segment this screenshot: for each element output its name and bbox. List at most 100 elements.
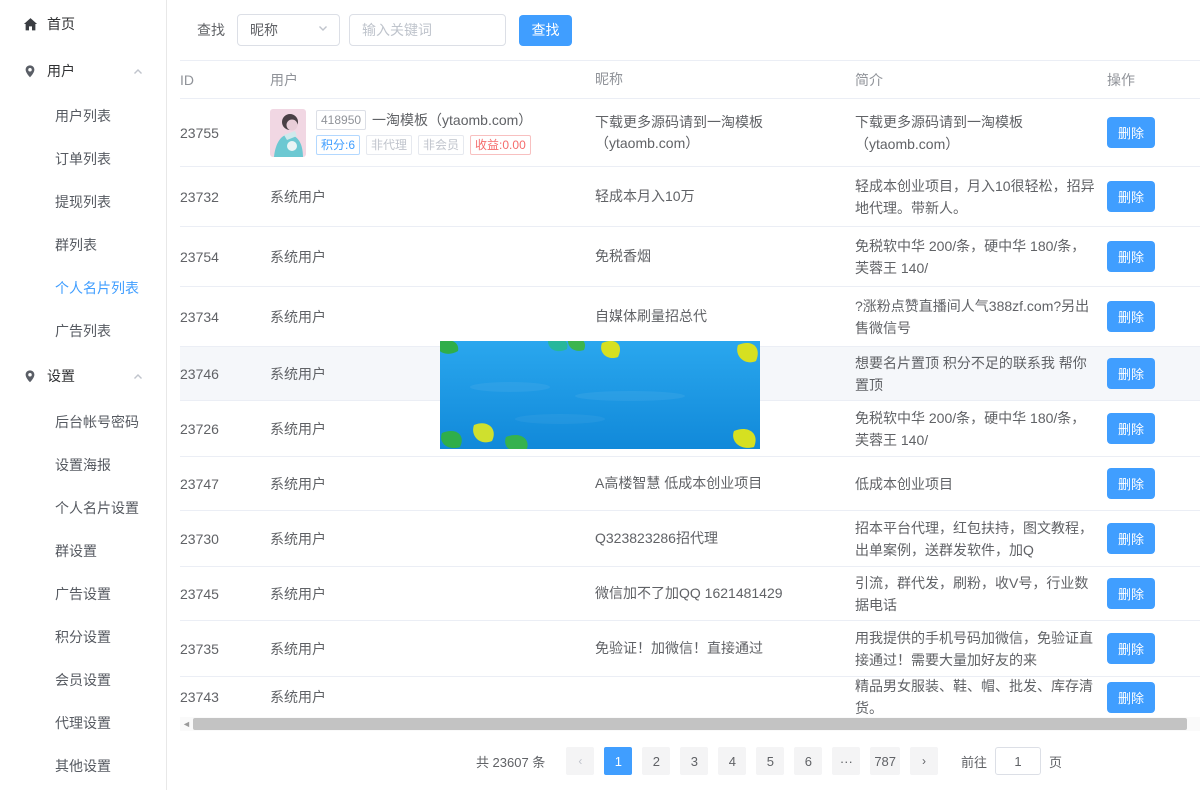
cell-user: 系统用户 (270, 639, 595, 659)
income-badge: 收益:0.00 (470, 135, 531, 155)
cell-intro: 用我提供的手机号码加微信，免验证直接通过！需要大量加好友的来 (855, 627, 1107, 671)
cell-user: 系统用户 (270, 474, 595, 494)
delete-button[interactable]: 删除 (1107, 633, 1155, 664)
table-row: 23730 系统用户 Q323823286招代理 招本平台代理，红包扶持，图文教… (180, 511, 1200, 567)
location-pin-icon (22, 63, 38, 79)
goto-suffix: 页 (1049, 752, 1062, 771)
sidebar-item-agent-settings[interactable]: 代理设置 (0, 701, 166, 744)
sidebar-item-ad-settings[interactable]: 广告设置 (0, 572, 166, 615)
user-info: 418950 一淘模板（ytaomb.com） 积分:6 非代理 非会员 收益:… (316, 110, 532, 155)
chevron-up-icon (132, 370, 144, 382)
cell-id: 23726 (180, 421, 270, 437)
chevron-up-icon (132, 65, 144, 77)
sidebar-item-user-list[interactable]: 用户列表 (0, 94, 166, 137)
cell-user: 系统用户 (270, 307, 595, 327)
sidebar-item-label: 会员设置 (55, 670, 111, 690)
scrollbar-thumb[interactable] (193, 718, 1187, 730)
cell-intro: 精品男女服装、鞋、帽、批发、库存清货。 (855, 677, 1107, 717)
cell-id: 23745 (180, 586, 270, 602)
sidebar-item-member-settings[interactable]: 会员设置 (0, 658, 166, 701)
sidebar-item-ad-list[interactable]: 广告列表 (0, 309, 166, 352)
sidebar-item-poster-settings[interactable]: 设置海报 (0, 443, 166, 486)
cell-user: 系统用户 (270, 529, 595, 549)
cell-actions: 删除 (1107, 633, 1200, 664)
sidebar-group-users[interactable]: 用户 (0, 48, 166, 94)
points-badge: 积分:6 (316, 135, 360, 155)
delete-button[interactable]: 删除 (1107, 241, 1155, 272)
cell-intro: 免税软中华 200/条，硬中华 180/条，芙蓉王 140/ (855, 235, 1107, 279)
sidebar-item-label: 订单列表 (55, 149, 111, 169)
cell-intro: 引流，群代发，刷粉，收V号，行业数据电话 (855, 572, 1107, 616)
page-button-5[interactable]: 5 (756, 747, 784, 775)
header-actions: 操作 (1107, 70, 1200, 90)
goto-page-input[interactable] (995, 747, 1041, 775)
cell-intro: 轻成本创业项目，月入10很轻松，招异地代理。带新人。 (855, 175, 1107, 219)
delete-button[interactable]: 删除 (1107, 413, 1155, 444)
page-button-4[interactable]: 4 (718, 747, 746, 775)
sidebar-item-label: 代理设置 (55, 713, 111, 733)
delete-button[interactable]: 删除 (1107, 358, 1155, 389)
sidebar-item-label: 群设置 (55, 541, 97, 561)
cell-id: 23730 (180, 531, 270, 547)
cell-intro: 下载更多源码请到一淘模板（ytaomb.com） (855, 111, 1107, 155)
next-page-button[interactable]: › (910, 747, 938, 775)
table-row: 23745 系统用户 微信加不了加QQ 1621481429 引流，群代发，刷粉… (180, 567, 1200, 621)
sidebar-item-points-settings[interactable]: 积分设置 (0, 615, 166, 658)
cell-id: 23734 (180, 309, 270, 325)
page-button-1[interactable]: 1 (604, 747, 632, 775)
cell-user: 系统用户 (270, 584, 595, 604)
sidebar-item-home[interactable]: 首页 (0, 0, 166, 48)
delete-button[interactable]: 删除 (1107, 682, 1155, 713)
scroll-left-arrow-icon[interactable]: ◄ (180, 717, 193, 731)
sidebar-item-label: 提现列表 (55, 192, 111, 212)
cell-intro: ?涨粉点赞直播间人气388zf.com?另出售微信号 (855, 295, 1107, 339)
search-button[interactable]: 查找 (519, 15, 572, 46)
table-row: 23747 系统用户 A高楼智慧 低成本创业项目 低成本创业项目 删除 (180, 457, 1200, 511)
delete-button[interactable]: 删除 (1107, 181, 1155, 212)
prev-page-button[interactable]: ‹ (566, 747, 594, 775)
cell-nickname: 免税香烟 (595, 246, 855, 267)
search-field-select[interactable]: 昵称 (237, 14, 340, 46)
delete-button[interactable]: 删除 (1107, 117, 1155, 148)
cell-nickname: Q323823286招代理 (595, 528, 855, 549)
cell-actions: 删除 (1107, 358, 1200, 389)
sidebar-item-group-list[interactable]: 群列表 (0, 223, 166, 266)
page-button-3[interactable]: 3 (680, 747, 708, 775)
cell-nickname: 下载更多源码请到一淘模板（ytaomb.com） (595, 112, 855, 154)
sidebar-item-other-settings[interactable]: 其他设置 (0, 744, 166, 787)
sidebar-item-order-list[interactable]: 订单列表 (0, 137, 166, 180)
delete-button[interactable]: 删除 (1107, 523, 1155, 554)
cell-intro: 想要名片置顶 积分不足的联系我 帮你置顶 (855, 352, 1107, 396)
sidebar-item-admin-password[interactable]: 后台帐号密码 (0, 400, 166, 443)
keyword-input[interactable] (349, 14, 506, 46)
table-header-row: ID 用户 昵称 简介 操作 (180, 61, 1200, 99)
delete-button[interactable]: 删除 (1107, 578, 1155, 609)
page-button-6[interactable]: 6 (794, 747, 822, 775)
sidebar: 首页 用户 用户列表 订单列表 提现列表 群列表 个人名片列表 广告列表 设置 (0, 0, 167, 790)
sidebar-group-settings[interactable]: 设置 (0, 352, 166, 400)
page-button-787[interactable]: 787 (870, 747, 900, 775)
cell-actions: 删除 (1107, 301, 1200, 332)
search-bar: 查找 昵称 查找 (168, 0, 1200, 60)
cell-actions: 删除 (1107, 468, 1200, 499)
search-label: 查找 (197, 20, 225, 40)
table-row: 23743 系统用户 精品男女服装、鞋、帽、批发、库存清货。 删除 (180, 677, 1200, 717)
table-row: 23734 系统用户 自媒体刷量招总代 ?涨粉点赞直播间人气388zf.com?… (180, 287, 1200, 347)
header-nickname: 昵称 (595, 69, 855, 90)
more-pages-button[interactable]: ··· (832, 747, 860, 775)
sidebar-item-group-settings[interactable]: 群设置 (0, 529, 166, 572)
table-row: 23755 418950 一淘模板（ytaomb.com） 积分:6 非代理 (180, 99, 1200, 167)
delete-button[interactable]: 删除 (1107, 468, 1155, 499)
sidebar-item-label: 个人名片设置 (55, 498, 139, 518)
page-button-2[interactable]: 2 (642, 747, 670, 775)
cell-nickname: 轻成本月入10万 (595, 186, 855, 207)
sidebar-item-label: 群列表 (55, 235, 97, 255)
cell-intro: 免税软中华 200/条，硬中华 180/条，芙蓉王 140/ (855, 407, 1107, 451)
sidebar-item-label: 用户列表 (55, 106, 111, 126)
delete-button[interactable]: 删除 (1107, 301, 1155, 332)
cell-actions: 删除 (1107, 523, 1200, 554)
promo-image-overlay (440, 341, 760, 449)
sidebar-item-card-list[interactable]: 个人名片列表 (0, 266, 166, 309)
sidebar-item-withdraw-list[interactable]: 提现列表 (0, 180, 166, 223)
sidebar-item-card-settings[interactable]: 个人名片设置 (0, 486, 166, 529)
